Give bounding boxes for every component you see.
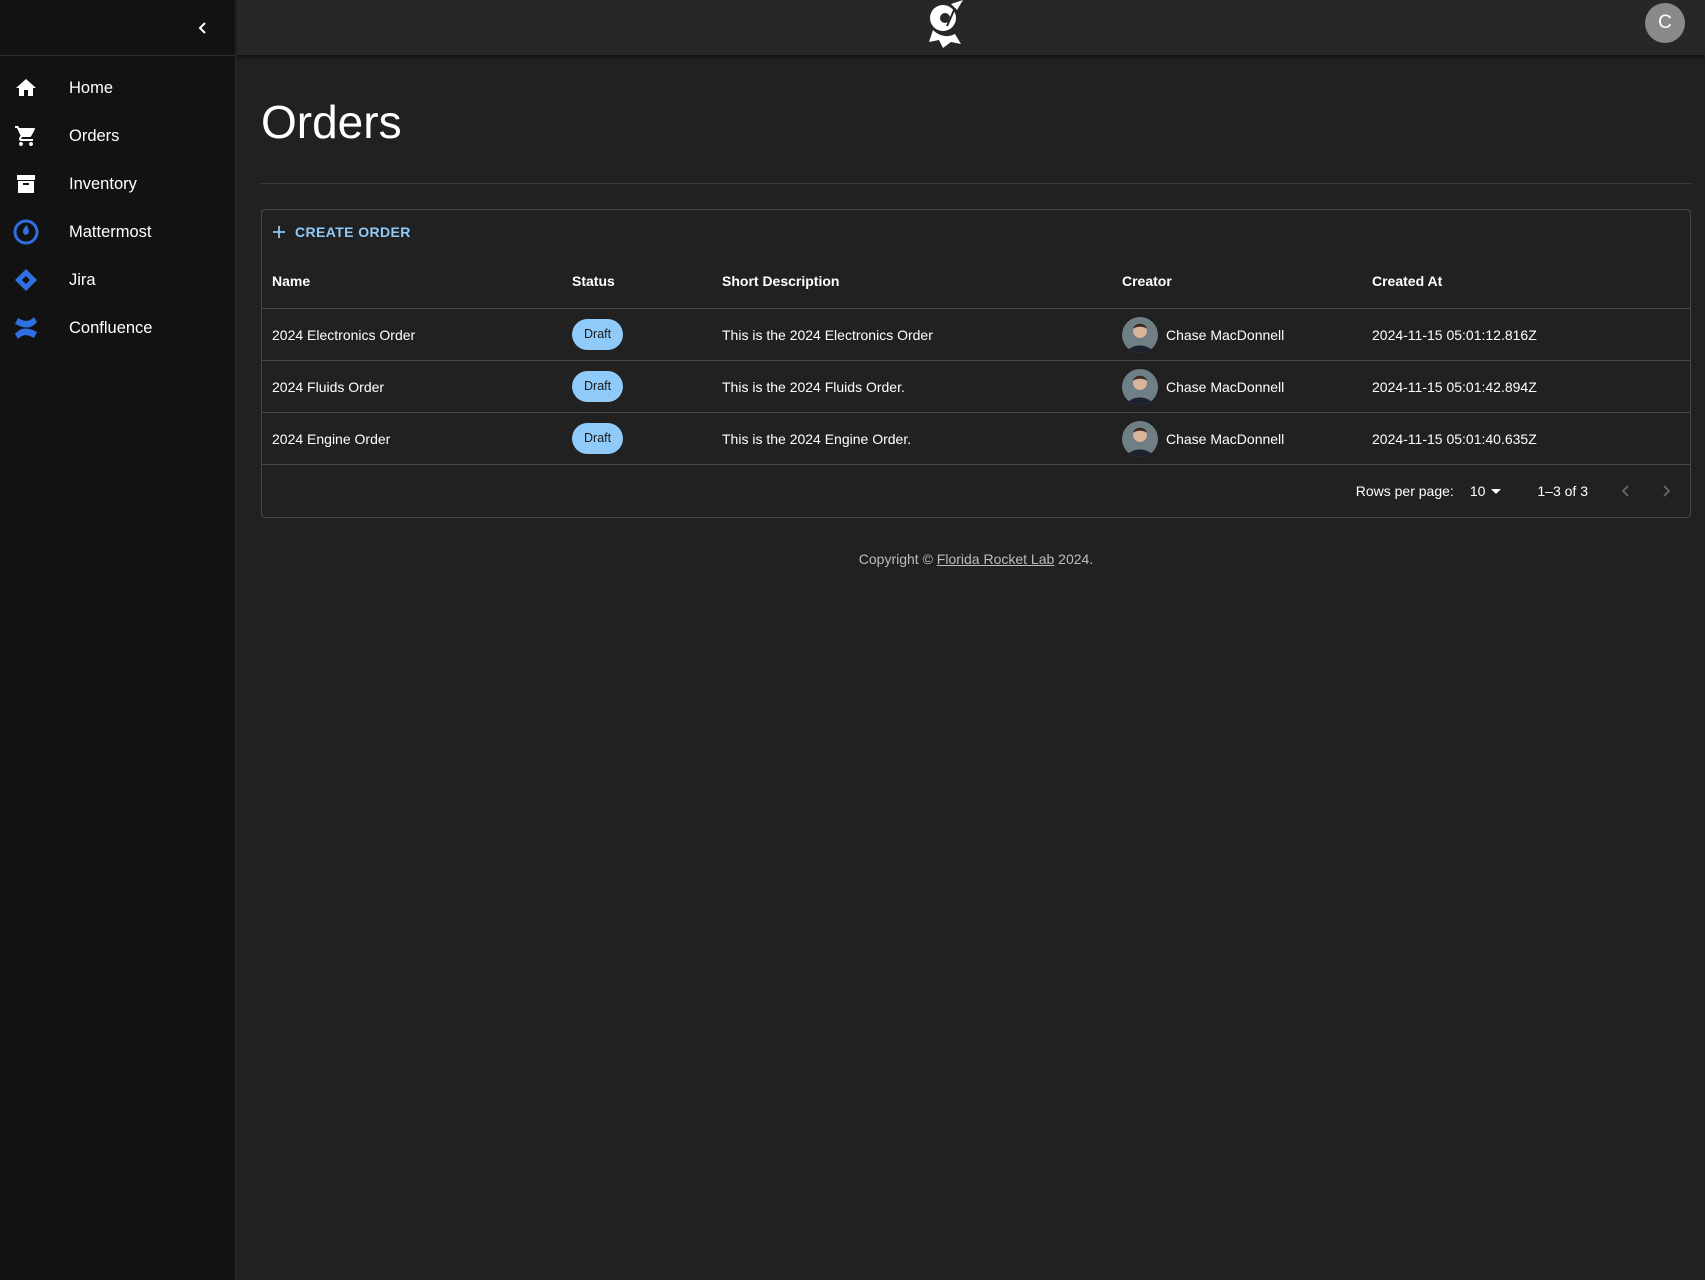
caret-down-icon [1489,484,1503,498]
grid-header-row: Name Status Short Description Creator Cr… [262,254,1690,309]
status-cell: Draft [562,319,712,350]
order-name: 2024 Fluids Order [272,378,385,395]
create-order-label: CREATE ORDER [295,224,411,240]
home-icon [13,75,39,101]
creator-name: Chase MacDonnell [1166,430,1285,447]
creator-cell: Chase MacDonnell [1112,316,1362,353]
sidebar-item-home[interactable]: Home [0,64,235,112]
creator-name: Chase MacDonnell [1166,378,1285,395]
column-header-short-description[interactable]: Short Description [712,273,1112,289]
order-description: This is the 2024 Fluids Order. [722,378,905,395]
create-order-button[interactable]: CREATE ORDER [272,224,411,240]
column-header-created-at[interactable]: Created At [1362,273,1690,289]
avatar [1122,420,1158,457]
created-at: 2024-11-15 05:01:12.816Z [1372,326,1537,343]
previous-page-button[interactable] [1606,471,1646,511]
column-header-creator[interactable]: Creator [1112,273,1362,289]
order-description: This is the 2024 Engine Order. [722,430,912,447]
pagination-range: 1–3 of 3 [1537,483,1588,499]
creator-name: Chase MacDonnell [1166,326,1285,343]
sidebar-item-label: Jira [69,270,96,289]
rocket-lab-logo-icon[interactable] [921,0,973,50]
sidebar-item-mattermost[interactable]: Mattermost [0,208,235,256]
title-divider [261,183,1691,184]
rows-per-page-select[interactable]: 10 [1470,483,1504,499]
creator-cell: Chase MacDonnell [1112,368,1362,405]
sidebar-header [0,0,235,56]
column-header-status[interactable]: Status [562,273,712,289]
sidebar-item-orders[interactable]: Orders [0,112,235,160]
status-badge: Draft [572,423,624,454]
sidebar: Home Orders Inventory Mattermost Jira Co… [0,0,236,1280]
jira-icon [13,267,39,293]
chevron-left-icon [1621,485,1629,497]
status-cell: Draft [562,423,712,454]
sidebar-item-inventory[interactable]: Inventory [0,160,235,208]
created-at: 2024-11-15 05:01:42.894Z [1372,378,1537,395]
chevron-right-icon [1663,485,1671,497]
next-page-button[interactable] [1646,471,1686,511]
confluence-icon [13,315,39,341]
sidebar-item-confluence[interactable]: Confluence [0,304,235,352]
top-app-bar: C [237,0,1705,55]
avatar [1122,316,1158,353]
main-content: Orders CREATE ORDER Name Status Short De… [261,55,1691,567]
order-description: This is the 2024 Electronics Order [722,326,933,343]
order-name: 2024 Electronics Order [272,326,416,343]
table-row[interactable]: 2024 Engine Order Draft This is the 2024… [262,413,1690,465]
sidebar-item-jira[interactable]: Jira [0,256,235,304]
sidebar-item-label: Mattermost [69,222,152,241]
sidebar-item-label: Home [69,78,114,97]
orders-data-grid: CREATE ORDER Name Status Short Descripti… [261,209,1691,518]
florida-rocket-lab-link[interactable]: Florida Rocket Lab [937,551,1055,567]
grid-pagination: Rows per page: 10 1–3 of 3 [262,465,1690,517]
avatar [1122,368,1158,405]
status-badge: Draft [572,319,624,350]
table-row[interactable]: 2024 Electronics Order Draft This is the… [262,309,1690,361]
grid-toolbar: CREATE ORDER [262,210,1690,254]
sidebar-nav: Home Orders Inventory Mattermost Jira Co… [0,56,235,352]
created-at: 2024-11-15 05:01:40.635Z [1372,430,1537,447]
mattermost-icon [13,219,39,245]
sidebar-item-label: Confluence [69,318,153,337]
sidebar-item-label: Orders [69,126,120,145]
sidebar-item-label: Inventory [69,174,137,193]
page-title: Orders [261,96,402,148]
archive-icon [13,171,39,197]
copyright-suffix: 2024. [1054,551,1094,567]
avatar-letter: C [1658,12,1672,33]
column-header-name[interactable]: Name [262,273,562,289]
creator-cell: Chase MacDonnell [1112,420,1362,457]
copyright-footer: Copyright © Florida Rocket Lab 2024. [261,551,1691,567]
cart-icon [13,123,39,149]
status-cell: Draft [562,371,712,402]
copyright-prefix: Copyright © [858,551,937,567]
collapse-sidebar-button[interactable] [185,10,221,46]
chevron-left-icon [198,22,206,34]
table-row[interactable]: 2024 Fluids Order Draft This is the 2024… [262,361,1690,413]
plus-icon [272,225,286,239]
user-avatar-button[interactable]: C [1645,3,1685,43]
rows-per-page-value: 10 [1469,483,1486,499]
status-badge: Draft [572,371,624,402]
rows-per-page-label: Rows per page: [1355,483,1454,499]
order-name: 2024 Engine Order [272,430,391,447]
